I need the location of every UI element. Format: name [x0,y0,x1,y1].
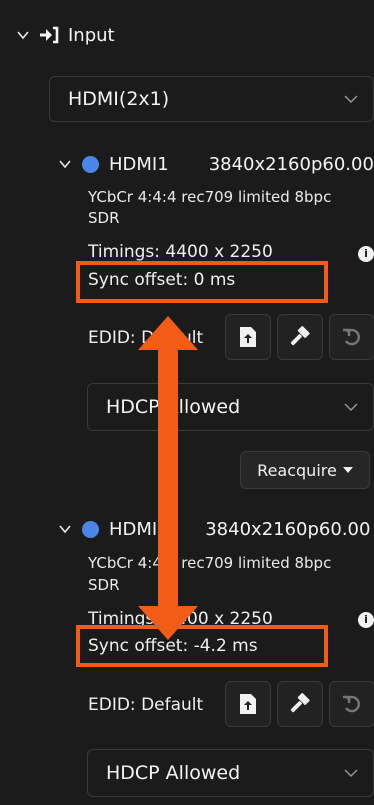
reset-edid-button[interactable] [329,681,374,727]
info-icon[interactable]: i [358,246,374,262]
reacquire-label: Reacquire [257,460,337,480]
source-resolution: 3840x2160p60.00 [208,153,374,175]
input-section-header[interactable]: Input [16,20,115,50]
chevron-down-icon[interactable] [58,522,72,536]
file-upload-icon [240,694,256,714]
double-headed-arrow [138,316,198,640]
edit-edid-button[interactable] [277,314,323,360]
hdcp-select-value: HDCP Allowed [106,762,241,784]
chevron-down-icon[interactable] [16,28,30,42]
caret-down-icon [342,467,353,473]
hdcp-select-dropdown[interactable]: HDCP Allowed [87,383,374,431]
source-resolution: 3840x2160p60.00 [205,518,371,540]
dynamic-range: SDR [88,576,120,594]
page: Input HDMI(2x1) HDMI1 3840x2160p60.00 YC… [0,0,374,805]
info-icon[interactable]: i [358,612,374,628]
source-status-dot [82,155,99,173]
edid-label: EDID: Default [88,695,204,715]
source-header[interactable]: HDMI 3840x2160p60.00 [58,515,370,543]
hdcp-select-dropdown[interactable]: HDCP Allowed [87,749,374,797]
reset-edid-button[interactable] [329,314,374,360]
edit-edid-button[interactable] [277,681,323,727]
hammer-icon [290,326,310,346]
source-name: HDMI1 [109,153,169,175]
chevron-down-icon [344,403,358,411]
sync-offset-highlight [76,261,328,303]
dynamic-range: SDR [88,209,120,227]
hammer-icon [290,693,310,713]
chevron-down-icon [344,769,358,777]
upload-edid-button[interactable] [225,681,271,727]
chevron-down-icon [344,95,358,103]
chevron-down-icon[interactable] [58,157,72,171]
file-upload-icon [240,327,256,347]
timings-label: Timings: 4400 x 2250 [88,242,273,262]
color-format: YCbCr 4:4:4 rec709 limited 8bpc [88,554,332,572]
input-select-dropdown[interactable]: HDMI(2x1) [49,76,374,122]
sign-in-icon [40,26,59,44]
sync-offset-highlight [76,625,328,667]
color-format: YCbCr 4:4:4 rec709 limited 8bpc [88,188,332,206]
upload-edid-button[interactable] [225,314,271,360]
undo-icon [343,328,360,346]
reacquire-button[interactable]: Reacquire [240,451,370,489]
source-status-dot [82,520,99,538]
input-select-value: HDMI(2x1) [68,88,170,110]
source-header[interactable]: HDMI1 3840x2160p60.00 [58,150,374,178]
section-title: Input [68,24,115,46]
undo-icon [343,695,360,713]
